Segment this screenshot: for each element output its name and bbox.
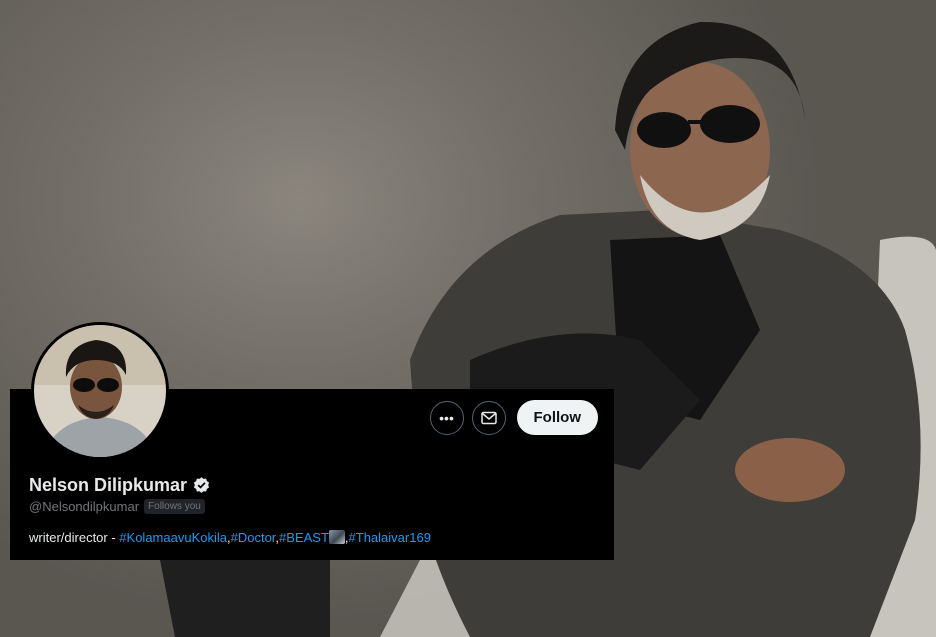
follows-you-badge: Follows you bbox=[144, 499, 205, 514]
bio-prefix: writer/director - bbox=[29, 530, 120, 545]
profile-bio: writer/director - #KolamaavuKokila,#Doct… bbox=[29, 530, 431, 545]
more-options-button[interactable]: ••• bbox=[429, 400, 464, 435]
display-name: Nelson Dilipkumar bbox=[29, 475, 188, 495]
handle-row: @Nelsondilpkumar Follows you bbox=[29, 499, 205, 514]
hashtag-link[interactable]: #Thalaivar169 bbox=[349, 530, 431, 545]
profile-actions: ••• Follow bbox=[429, 400, 598, 435]
hashtag-link[interactable]: #KolamaavuKokila bbox=[119, 530, 227, 545]
verified-badge-icon bbox=[193, 477, 210, 493]
hashtag-link[interactable]: #BEAST bbox=[279, 530, 329, 545]
message-button[interactable] bbox=[471, 400, 506, 435]
more-icon: ••• bbox=[439, 409, 454, 426]
hashtag-link[interactable]: #Doctor bbox=[231, 530, 276, 545]
follow-button[interactable]: Follow bbox=[516, 400, 598, 435]
mail-icon bbox=[480, 411, 497, 424]
avatar[interactable] bbox=[31, 322, 169, 460]
user-handle: @Nelsondilpkumar bbox=[29, 499, 140, 514]
avatar-photo bbox=[34, 325, 166, 457]
custom-emoji-icon bbox=[328, 530, 345, 544]
name-row: Nelson Dilipkumar bbox=[29, 475, 211, 496]
